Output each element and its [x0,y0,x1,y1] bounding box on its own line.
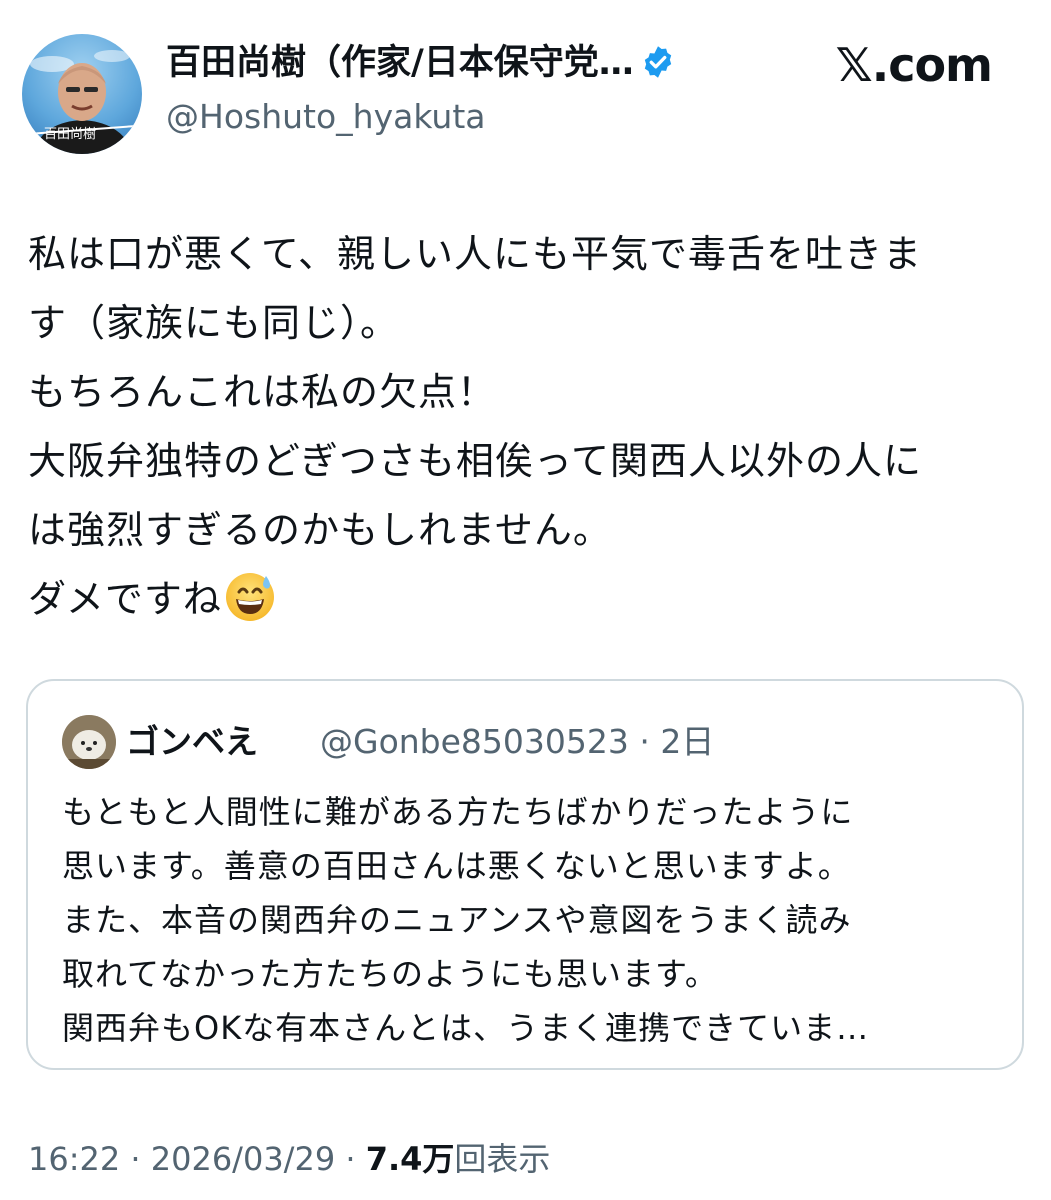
views-count: 7.4万 [365,1140,455,1178]
quoted-author-handle-time[interactable]: @Gonbe85030523 · 2日 [320,719,714,765]
quoted-line: 関西弁もOKな有本さんとは、うまく連携できていま… [62,1009,870,1047]
tweet-line: 私は口が悪くて、親しい人にも平気で毒舌を吐きま [28,232,922,276]
quoted-author-name[interactable]: ゴンベえ [126,719,258,765]
verified-badge-icon [640,44,676,92]
x-com-logo: 𝕏.com [835,38,993,92]
tweet-line: ダメですね [28,577,222,621]
author-handle[interactable]: @Hoshuto_hyakuta [166,94,786,140]
tweet-line: 大阪弁独特のどぎつさも相俟って関西人以外の人に [28,439,922,483]
views-label: 回表示 [454,1140,551,1178]
quoted-avatar-image [62,715,116,769]
author-avatar[interactable]: 百田尚樹 [22,34,142,154]
tweet-line: す（家族にも同じ）。 [28,301,400,345]
tweet-meta: 16:22 · 2026/03/29 · 7.4万回表示 [28,1134,550,1184]
quoted-line: もともと人間性に難がある方たちばかりだったように [62,793,854,831]
tweet-line: もちろんこれは私の欠点！ [28,370,497,414]
author-display-name[interactable]: 百田尚樹（作家/日本保守党… [166,43,634,83]
quoted-line: また、本音の関西弁のニュアンスや意図をうまく読み [62,901,852,939]
tweet-line: は強烈すぎるのかもしれません。 [28,508,612,552]
grinning-sweat-emoji-icon [224,570,276,622]
author-info: 百田尚樹（作家/日本保守党… @Hoshuto_hyakuta [166,40,786,140]
quoted-tweet-body: もともと人間性に難がある方たちばかりだったように 思います。善意の百田さんは悪く… [62,785,1002,1055]
tweet-last-line: ダメですね [28,565,1018,634]
quoted-tweet-card[interactable]: ゴンベえ @Gonbe85030523 · 2日 もともと人間性に難がある方たち… [26,679,1024,1070]
tweet-timestamp[interactable]: 16:22 · 2026/03/29 · [28,1140,366,1178]
author-name-row[interactable]: 百田尚樹（作家/日本保守党… [166,40,786,92]
quoted-line: 取れてなかった方たちのようにも思います。 [62,955,718,993]
tweet-body: 私は口が悪くて、親しい人にも平気で毒舌を吐きま す（家族にも同じ）。 もちろんこ… [28,220,1018,634]
avatar-image: 百田尚樹 [27,50,137,154]
quoted-author-avatar[interactable] [62,715,116,769]
avatar-caption: 百田尚樹 [44,127,96,142]
tweet-header: 百田尚樹 百田尚樹（作家/日本保守党… @Hoshuto_hyakuta 𝕏.c… [22,30,1028,154]
quoted-line: 思います。善意の百田さんは悪くないと思いますよ。 [62,847,851,885]
